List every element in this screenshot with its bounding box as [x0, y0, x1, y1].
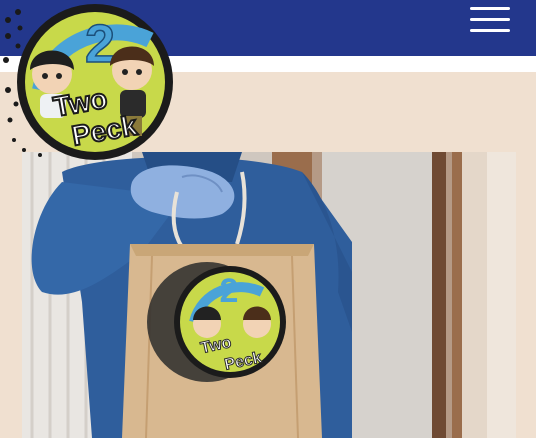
menu-line-3 [470, 29, 510, 32]
bag-logo-badge: 2 Two Peck [147, 262, 286, 382]
hero-image-delivery: 2 Two Peck [22, 152, 516, 438]
menu-line-2 [470, 18, 510, 21]
site-logo[interactable]: 2 Two Peck [0, 0, 180, 165]
logo-badge-icon: 2 Two Peck [3, 4, 173, 160]
menu-line-1 [470, 7, 510, 10]
svg-text:2: 2 [220, 272, 239, 310]
delivery-photo: 2 Two Peck [22, 152, 516, 438]
hamburger-menu-button[interactable] [466, 4, 514, 36]
